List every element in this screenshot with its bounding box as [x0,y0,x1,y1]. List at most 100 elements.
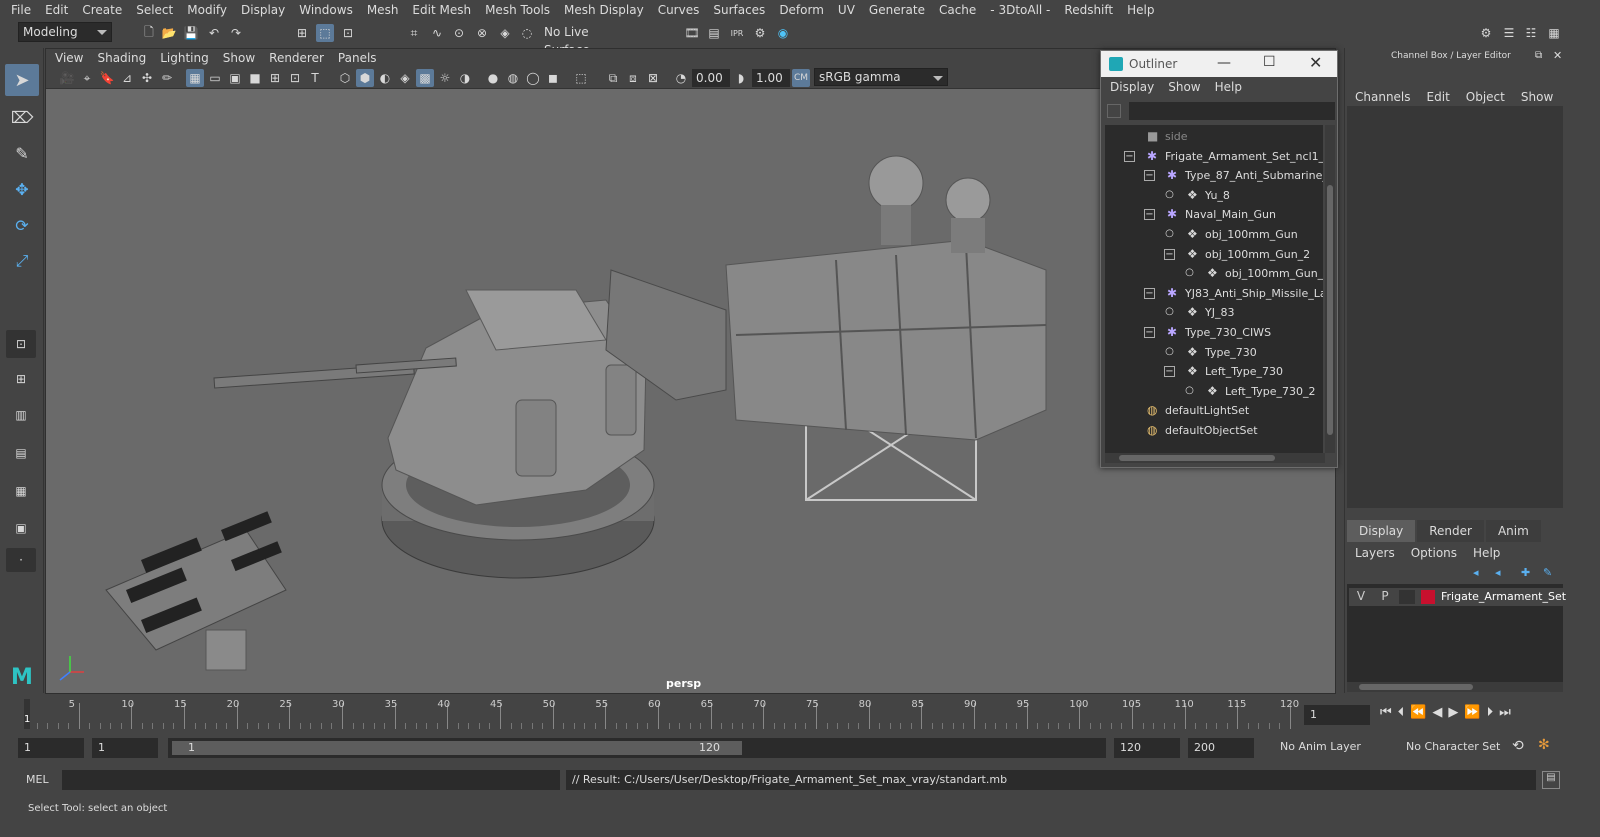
open-scene-icon[interactable]: 📂 [160,24,178,42]
toggle-channel-box-icon[interactable]: ▦ [1545,24,1563,42]
panel-menu-shading[interactable]: Shading [90,51,153,65]
graph-layout-icon[interactable]: ▤ [6,438,36,468]
naval-main-gun-model[interactable] [213,269,727,579]
outliner-menu-show[interactable]: Show [1161,80,1207,94]
redo-icon[interactable]: ↷ [227,24,245,42]
film-gate-icon[interactable]: ▭ [206,69,224,87]
outliner-hscroll[interactable] [1105,453,1325,463]
menu-cache[interactable]: Cache [932,3,983,17]
new-layer-selected-icon[interactable]: ✎ [1543,566,1552,579]
time-slider-track[interactable]: 5 10 15 20 25 30 35 40 45 50 55 60 65 70 75 80 85 90 95 100… [20,699,1300,729]
move-tool-icon[interactable]: ✥ [5,174,39,204]
use-lights-icon[interactable]: ☼ [436,69,454,87]
outliner-search-input[interactable] [1129,102,1335,120]
collapse-toggle-icon[interactable]: − [1124,150,1135,162]
gamma-field[interactable]: 1.00 [752,69,790,87]
layer-list[interactable]: V P Frigate_Armament_Set [1347,584,1566,682]
mode-dropdown[interactable]: Modeling [18,22,112,42]
undo-icon[interactable]: ↶ [205,24,223,42]
layer-visibility-toggle[interactable]: V [1353,589,1369,603]
go-to-end-icon[interactable]: ⏭ [1499,705,1511,720]
anim-layer-dropdown[interactable]: No Anim Layer [1276,738,1388,758]
outliner-item[interactable]: ◍ defaultObjectSet [1105,421,1323,440]
menu-deform[interactable]: Deform [772,3,831,17]
menu-edit-mesh[interactable]: Edit Mesh [405,3,478,17]
snap-view-icon[interactable]: ⊗ [473,24,491,42]
2d-pan-icon[interactable]: ✣ [138,69,156,87]
collapse-toggle-icon[interactable]: − [1144,209,1155,221]
exposure-field[interactable]: 0.00 [692,69,730,87]
shadows-icon[interactable]: ◑ [456,69,474,87]
outliner-item[interactable]: − ✱ Naval_Main_Gun [1105,205,1323,224]
channel-menu-channels[interactable]: Channels [1347,88,1419,106]
custom-layout-icon[interactable]: · [6,548,36,572]
camera-attr-icon[interactable]: ⌖ [78,69,96,87]
hypershade-layout-icon[interactable]: ▦ [6,476,36,506]
wireframe-icon[interactable]: ⬡ [336,69,354,87]
menu-help[interactable]: Help [1120,3,1161,17]
workspace-icon[interactable]: ⚙ [1477,24,1495,42]
outliner-item[interactable]: − ✱ YJ83_Anti_Ship_Missile_Laur [1105,284,1323,303]
script-editor-icon[interactable]: ▤ [1542,771,1560,789]
outliner-item[interactable]: − ✱ Type_87_Anti_Submarine_R [1105,166,1323,185]
grease-pencil-icon[interactable]: ✏ [158,69,176,87]
outliner-vscroll-thumb[interactable] [1327,185,1333,435]
hypershade-icon[interactable]: ◉ [774,24,792,42]
play-backward-icon[interactable]: ◀ [1432,705,1442,720]
step-forward-key-icon[interactable]: ⏩ [1464,705,1480,720]
collapse-toggle-icon[interactable]: − [1144,287,1155,299]
animation-end-field[interactable]: 200 [1188,738,1254,758]
layer-row[interactable]: V P Frigate_Armament_Set [1349,588,1566,606]
outliner-item[interactable]: ○ ❖ obj_100mm_Gun [1105,225,1323,244]
outliner-item[interactable]: − ✱ Frigate_Armament_Set_ncl1_1 [1105,147,1323,166]
close-icon[interactable]: ✕ [1309,53,1322,72]
single-perspective-layout-icon[interactable]: ⊡ [6,330,36,358]
outliner-titlebar[interactable]: Outliner — ☐ ✕ [1101,51,1337,77]
layer-display-type[interactable] [1399,590,1415,604]
toggle-tool-settings-icon[interactable]: ☷ [1522,24,1540,42]
menu-modify[interactable]: Modify [180,3,234,17]
field-chart-icon[interactable]: ⊞ [266,69,284,87]
default-material-icon[interactable]: ◐ [376,69,394,87]
four-view-layout-icon[interactable]: ⊞ [6,366,36,392]
menu-surfaces[interactable]: Surfaces [706,3,772,17]
layer-playback-toggle[interactable]: P [1377,589,1393,603]
outliner-item[interactable]: − ❖ obj_100mm_Gun_2 [1105,245,1323,264]
panel-menu-show[interactable]: Show [216,51,262,65]
panel-menu-panels[interactable]: Panels [331,51,384,65]
outliner-window[interactable]: Outliner — ☐ ✕ Display Show Help ■ side − ✱ Fr… [1100,50,1338,468]
play-forward-icon[interactable]: ▶ [1448,705,1458,720]
menu-mesh-tools[interactable]: Mesh Tools [478,3,557,17]
range-slider[interactable]: 1 120 [168,738,1106,758]
range-slider-handle[interactable]: 1 120 [172,741,742,755]
ipr-render-icon[interactable]: IPR [728,24,746,42]
outliner-item[interactable]: ◍ defaultLightSet [1105,401,1323,420]
select-hierarchy-icon[interactable]: ⊞ [293,24,311,42]
menu-file[interactable]: File [4,3,38,17]
go-to-start-icon[interactable]: ⏮ [1380,705,1392,720]
outliner-item[interactable]: − ❖ Left_Type_730 [1105,362,1323,381]
collapse-toggle-icon[interactable]: − [1164,248,1175,260]
depth-of-field-icon[interactable]: ◼ [544,69,562,87]
safe-action-icon[interactable]: ⊡ [286,69,304,87]
render-view-icon[interactable]: 🎞 [683,24,701,42]
gate-mask-icon[interactable]: ■ [246,69,264,87]
smooth-shade-icon[interactable]: ⬢ [356,69,374,87]
rotate-tool-icon[interactable]: ⟳ [5,210,39,240]
channel-menu-show[interactable]: Show [1513,88,1561,106]
tab-anim[interactable]: Anim [1485,520,1541,542]
outliner-item[interactable]: ○ ❖ obj_100mm_Gun_3 [1105,264,1323,283]
snap-curve-icon[interactable]: ∿ [428,24,446,42]
playback-end-field[interactable]: 120 [1114,738,1180,758]
panel-float-icon[interactable]: ⧉ [1535,50,1542,61]
layer-menu-layers[interactable]: Layers [1347,544,1403,562]
maximize-icon[interactable]: ☐ [1263,54,1276,70]
auto-key-icon[interactable]: ⟲ [1512,738,1524,754]
step-back-frame-icon[interactable]: ⏴ [1398,705,1405,720]
render-frame-icon[interactable]: ▤ [705,24,723,42]
menu-mesh[interactable]: Mesh [360,3,406,17]
xray-joints-icon[interactable]: ⧈ [624,69,642,87]
menu-display[interactable]: Display [234,3,292,17]
layer-move-up-icon[interactable]: ◂ [1473,566,1479,579]
color-management-icon[interactable]: CM [792,69,810,87]
